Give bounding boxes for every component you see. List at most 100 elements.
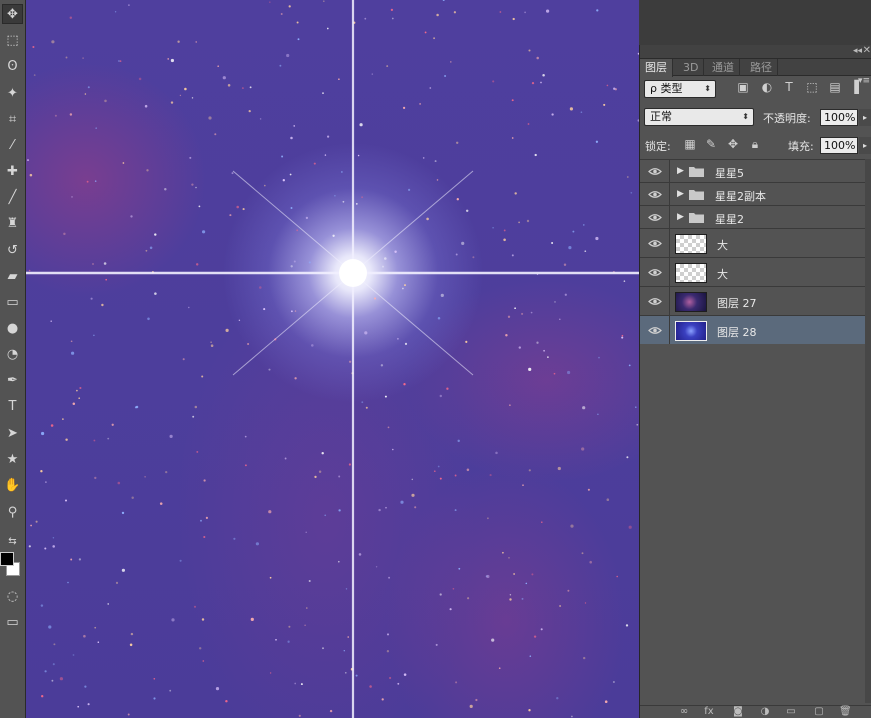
shape-filter-icon[interactable]: ⬚	[805, 80, 819, 94]
lock-position-icon[interactable]: ✥	[726, 137, 740, 151]
link-layers-icon[interactable]: ∞	[678, 706, 690, 718]
type-tool[interactable]: T	[2, 396, 23, 416]
delete-layer-icon[interactable]: 🗑	[839, 706, 852, 718]
tab-channels[interactable]: 通道	[707, 59, 740, 76]
background-star	[179, 94, 182, 97]
background-star	[153, 677, 156, 680]
opacity-input[interactable]: 100%	[820, 109, 858, 126]
pen-tool[interactable]: ✒	[2, 370, 23, 390]
foreground-color-swatch[interactable]	[0, 552, 14, 566]
tab-3d[interactable]: 3D	[678, 59, 705, 76]
background-star	[414, 506, 417, 509]
tab-paths[interactable]: 路径	[745, 59, 778, 76]
expand-group-icon[interactable]: ▶	[677, 189, 684, 199]
zoom-tool[interactable]: ⚲	[2, 502, 23, 522]
smart-object-filter-icon[interactable]: ▤	[828, 80, 842, 94]
background-star	[165, 470, 168, 474]
gradient-tool[interactable]: ▭	[2, 292, 23, 312]
background-star	[525, 582, 528, 585]
collapse-panel-icon[interactable]: ◂◂	[853, 45, 862, 57]
visibility-eye-icon[interactable]	[640, 206, 670, 228]
background-star	[195, 186, 197, 189]
background-star	[107, 603, 109, 605]
image-filter-icon[interactable]: ▣	[736, 80, 750, 94]
background-star	[382, 265, 384, 268]
layer-row[interactable]: 大	[640, 228, 866, 257]
layer-row[interactable]: 图层 28	[640, 315, 866, 344]
background-star	[403, 673, 407, 676]
background-star	[164, 187, 167, 191]
fill-slider-arrow[interactable]: ▸	[859, 137, 871, 154]
mask-icon[interactable]: ◙	[732, 706, 744, 718]
background-star	[514, 307, 516, 310]
eraser-tool[interactable]: ▰	[2, 266, 23, 286]
layer-row[interactable]: ▶ 星星2副本	[640, 182, 866, 205]
quick-mask-icon[interactable]: ◌	[2, 586, 23, 606]
visibility-eye-icon[interactable]	[640, 287, 670, 315]
brush-tool[interactable]: ╱	[2, 187, 23, 207]
eyedropper-tool[interactable]: ⁄	[2, 135, 23, 155]
background-star	[469, 704, 473, 709]
layer-row[interactable]: ▶ 星星5	[640, 159, 866, 182]
background-star	[103, 262, 107, 265]
swap-colors-icon[interactable]: ⇆	[2, 532, 23, 552]
background-star	[28, 545, 31, 548]
visibility-eye-icon[interactable]	[640, 183, 670, 205]
magic-wand-tool[interactable]: ✦	[2, 83, 23, 103]
fx-icon[interactable]: fx	[703, 706, 715, 718]
close-panel-icon[interactable]: ✕	[863, 45, 871, 57]
visibility-eye-icon[interactable]	[640, 258, 670, 286]
background-star	[344, 671, 347, 674]
adjustment-layer-icon[interactable]: ◑	[759, 706, 771, 718]
tab-layers[interactable]: 图层	[640, 59, 673, 77]
healing-brush-tool[interactable]: ✚	[2, 161, 23, 181]
layers-scrollbar[interactable]	[865, 159, 871, 703]
background-star	[288, 625, 291, 628]
marquee-tool[interactable]: ⬚	[2, 30, 23, 50]
crop-tool[interactable]: ⌗	[2, 109, 23, 129]
lock-image-icon[interactable]: ✎	[704, 137, 718, 151]
lock-all-icon[interactable]: 🔒︎	[748, 137, 762, 151]
background-star	[540, 628, 543, 631]
expand-group-icon[interactable]: ▶	[677, 166, 684, 176]
background-star	[636, 423, 639, 426]
visibility-eye-icon[interactable]	[640, 316, 670, 344]
new-layer-icon[interactable]: ▢	[813, 706, 825, 718]
background-star	[122, 162, 125, 164]
blend-mode-dropdown[interactable]: 正常 ⬍	[644, 108, 754, 126]
lock-transparency-icon[interactable]: ▦	[683, 137, 697, 151]
fill-input[interactable]: 100%	[820, 137, 858, 154]
document-canvas[interactable]	[26, 0, 639, 718]
visibility-eye-icon[interactable]	[640, 229, 670, 257]
dodge-tool[interactable]: ◔	[2, 344, 23, 364]
background-star	[582, 406, 586, 410]
lock-label: 锁定:	[645, 140, 671, 153]
filter-kind-dropdown[interactable]: ρ 类型 ⬍	[644, 80, 716, 98]
visibility-eye-icon[interactable]	[640, 160, 670, 182]
expand-group-icon[interactable]: ▶	[677, 212, 684, 222]
layer-row[interactable]: 图层 27	[640, 286, 866, 315]
layer-row[interactable]: 大	[640, 257, 866, 286]
background-star	[63, 232, 66, 236]
background-star	[357, 154, 360, 157]
filter-toggle-icon[interactable]: ▌	[852, 80, 866, 94]
background-star	[358, 553, 362, 556]
blur-tool[interactable]: ●	[2, 318, 23, 338]
custom-shape-tool[interactable]: ★	[2, 449, 23, 469]
new-group-icon[interactable]: ▭	[785, 706, 797, 718]
background-star	[557, 466, 561, 471]
screen-mode-icon[interactable]: ▭	[2, 612, 23, 632]
background-star	[129, 643, 133, 647]
background-star	[50, 424, 54, 427]
lasso-tool[interactable]: ʘ	[2, 56, 23, 76]
background-star	[528, 709, 531, 712]
adjustment-filter-icon[interactable]: ◐	[760, 80, 774, 94]
opacity-slider-arrow[interactable]: ▸	[859, 109, 871, 126]
path-selection-tool[interactable]: ➤	[2, 423, 23, 443]
type-filter-icon[interactable]: T	[782, 80, 796, 94]
history-brush-tool[interactable]: ↺	[2, 240, 23, 260]
move-tool[interactable]: ✥	[2, 4, 23, 24]
hand-tool[interactable]: ✋	[2, 475, 23, 495]
clone-stamp-tool[interactable]: ♜	[2, 213, 23, 233]
layer-row[interactable]: ▶ 星星2	[640, 205, 866, 228]
